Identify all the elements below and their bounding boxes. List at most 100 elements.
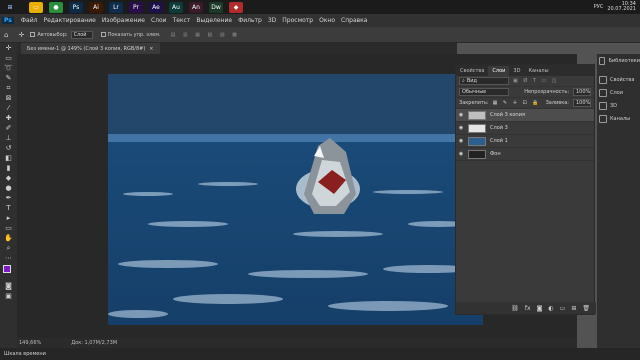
layer-row[interactable]: ◉ Слой 1 (456, 135, 594, 148)
move-tool-icon[interactable]: ✛ (0, 43, 17, 53)
close-icon[interactable]: × (149, 46, 153, 52)
right-dock: Библиотеки Свойства Слои 3D Каналы (597, 54, 640, 348)
folder-icon[interactable]: ▭ (560, 305, 566, 312)
hand-tool-icon[interactable]: ✋ (0, 233, 17, 243)
type-tool-icon[interactable]: T (0, 203, 17, 213)
dock-libraries[interactable]: Библиотеки (597, 54, 640, 67)
app-icon[interactable]: ◆ (229, 1, 243, 13)
fill-field[interactable]: 100% (573, 99, 591, 107)
layers-list: ◉ Слой 3 копия ◉ Слой 3 ◉ Слой 1 ◉ Фон (456, 109, 594, 161)
filter-icons[interactable]: ▣ Ø T ▭ ◫ (513, 78, 559, 84)
dock-item[interactable]: Свойства (597, 73, 640, 86)
panel-tab[interactable]: Слои (488, 66, 510, 76)
pen-tool-icon[interactable]: ✒ (0, 193, 17, 203)
blur-tool-icon[interactable]: ◆ (0, 173, 17, 183)
opacity-field[interactable]: 100% (573, 88, 591, 96)
screen-mode-icon[interactable]: ▣ (0, 291, 17, 301)
pr-icon[interactable]: Pr (129, 1, 143, 13)
more-tools-icon[interactable]: ⋯ (0, 253, 17, 263)
healing-brush-icon[interactable]: ✚ (0, 113, 17, 123)
home-icon[interactable]: ⌂ (4, 31, 8, 39)
dodge-tool-icon[interactable]: ● (0, 183, 17, 193)
explorer-icon[interactable]: ▭ (29, 1, 43, 13)
stamp-tool-icon[interactable]: ⊥ (0, 133, 17, 143)
color-swatches[interactable] (0, 263, 17, 281)
path-select-icon[interactable]: ▸ (0, 213, 17, 223)
layer-search[interactable]: ⌕ Вид (459, 77, 509, 85)
start-icon[interactable]: ⊞ (3, 2, 17, 13)
ai-icon[interactable]: Ai (89, 1, 103, 13)
adjustment-icon[interactable]: ◐ (548, 305, 553, 312)
dock-item[interactable]: 3D (597, 99, 640, 112)
link-icon[interactable]: ⛓ (511, 305, 519, 312)
document-canvas[interactable] (108, 74, 483, 325)
document-tab[interactable]: Без имени-1 @ 149% (Слой 3 копия, RGB/8#… (21, 43, 160, 54)
zoom-readout[interactable]: 149,66% (19, 340, 41, 346)
brush-tool-icon[interactable]: ✐ (0, 123, 17, 133)
an-icon[interactable]: An (189, 1, 203, 13)
lasso-tool-icon[interactable]: ➰ (0, 63, 17, 73)
menu-item[interactable]: Справка (338, 17, 370, 24)
move-tool-icon[interactable]: ✛ (18, 31, 24, 39)
frame-tool-icon[interactable]: ⊠ (0, 93, 17, 103)
layers-panel: Свойства Слои 3D Каналы ⌕ Вид ▣ Ø T ▭ ◫ Обы… (455, 64, 596, 315)
quick-select-icon[interactable]: ✎ (0, 73, 17, 83)
dw-icon[interactable]: Dw (209, 1, 223, 13)
menu-item[interactable]: Выделение (193, 17, 235, 24)
shape-tool-icon[interactable]: ▭ (0, 223, 17, 233)
chrome-icon[interactable]: ● (49, 1, 63, 13)
lock-icons[interactable]: ▦ ✎ ✛ ⊡ 🔒 (493, 100, 541, 106)
layer-thumbnail (468, 110, 486, 120)
menu-item[interactable]: Просмотр (279, 17, 316, 24)
language-indicator[interactable]: РУС (594, 4, 604, 10)
layer-name: Слой 3 (490, 125, 508, 131)
visibility-eye-icon[interactable]: ◉ (456, 125, 466, 131)
gradient-tool-icon[interactable]: ▮ (0, 163, 17, 173)
dock-item[interactable]: Слои (597, 86, 640, 99)
ae-icon[interactable]: Ae (149, 1, 163, 13)
menu-item[interactable]: Слои (148, 17, 170, 24)
autoselect-checkbox[interactable] (30, 32, 36, 37)
visibility-eye-icon[interactable]: ◉ (456, 112, 466, 118)
menu-item[interactable]: Изображение (99, 17, 148, 24)
menu-item[interactable]: 3D (265, 17, 279, 24)
menu-item[interactable]: Файл (18, 17, 41, 24)
crop-tool-icon[interactable]: ⌗ (0, 83, 17, 93)
history-brush-icon[interactable]: ↺ (0, 143, 17, 153)
autoselect-label: Автовыбор: (37, 31, 68, 38)
mask-icon[interactable]: ◙ (537, 305, 543, 312)
layer-row[interactable]: ◉ Фон (456, 148, 594, 161)
trash-icon[interactable]: 🗑 (582, 305, 590, 312)
layer-row[interactable]: ◉ Слой 3 (456, 122, 594, 135)
align-icons[interactable]: ▤ ▥ ▦ ▧ ▨ ▩ (171, 32, 240, 38)
menu-item[interactable]: Фильтр (235, 17, 265, 24)
clock[interactable]: 10:34 20.07.2021 (607, 2, 636, 12)
timeline-bar[interactable]: Шкала времени (0, 348, 640, 360)
layer-row[interactable]: ◉ Слой 3 копия (456, 109, 594, 122)
new-layer-icon[interactable]: ⊞ (571, 305, 576, 312)
fx-icon[interactable]: fx (525, 305, 531, 312)
au-icon[interactable]: Au (169, 1, 183, 13)
quick-mask-icon[interactable]: ◙ (0, 281, 17, 291)
layer-name: Слой 1 (490, 138, 508, 144)
menu-item[interactable]: Окно (316, 17, 338, 24)
document-tabs: Без имени-1 @ 149% (Слой 3 копия, RGB/8#… (17, 43, 457, 54)
transform-checkbox[interactable] (100, 32, 106, 37)
lr-icon[interactable]: Lr (109, 1, 123, 13)
foreground-color[interactable] (3, 265, 11, 273)
blend-mode-select[interactable]: Обычные (459, 88, 509, 96)
visibility-eye-icon[interactable]: ◉ (456, 151, 466, 157)
panel-tab[interactable]: 3D (509, 66, 524, 76)
visibility-eye-icon[interactable]: ◉ (456, 138, 466, 144)
menu-item[interactable]: Текст (170, 17, 194, 24)
panel-tab[interactable]: Каналы (524, 66, 552, 76)
ps-icon[interactable]: Ps (69, 1, 83, 13)
eyedropper-icon[interactable]: ⁄ (0, 103, 17, 113)
dock-item[interactable]: Каналы (597, 112, 640, 125)
eraser-tool-icon[interactable]: ◧ (0, 153, 17, 163)
marquee-tool-icon[interactable]: ▭ (0, 53, 17, 63)
menu-item[interactable]: Редактирование (40, 17, 98, 24)
layer-select[interactable]: Слой (70, 30, 93, 39)
panel-tab[interactable]: Свойства (456, 66, 488, 76)
zoom-tool-icon[interactable]: ⌕ (0, 243, 17, 253)
